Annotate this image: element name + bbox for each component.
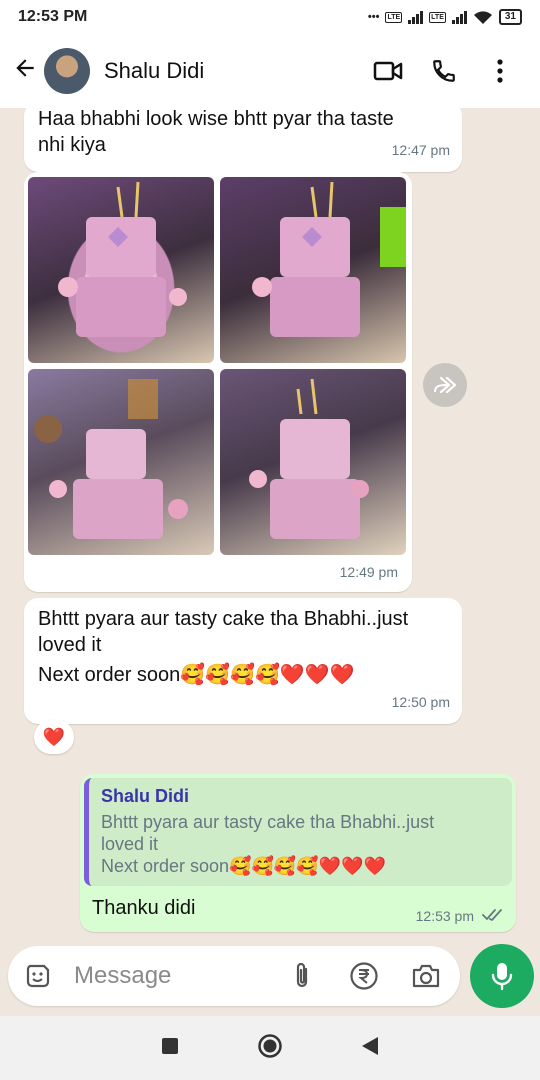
message-text: Thanku didi xyxy=(92,897,196,919)
avatar[interactable] xyxy=(44,48,90,94)
outgoing-message[interactable]: Shalu Didi Bhttt pyara aur tasty cake th… xyxy=(80,774,516,932)
photo-album-message[interactable]: 12:49 pm xyxy=(24,172,412,592)
quoted-text-line: Next order soon🥰🥰🥰🥰❤️❤️❤️ xyxy=(101,856,386,876)
message-text-line: Bhttt pyara aur tasty cake tha Bhabhi..j… xyxy=(38,608,409,630)
video-call-icon[interactable] xyxy=(360,60,416,82)
cake-photo-2[interactable] xyxy=(220,177,406,363)
sticker-icon[interactable] xyxy=(16,954,60,998)
more-options-icon[interactable] xyxy=(472,58,528,84)
attach-icon[interactable] xyxy=(280,954,324,998)
incoming-message[interactable]: Bhttt pyara aur tasty cake tha Bhabhi..j… xyxy=(24,598,462,724)
message-time: 12:50 pm xyxy=(391,694,450,710)
lte-icon-2: LTE xyxy=(429,11,446,23)
forward-button[interactable] xyxy=(423,363,467,407)
quoted-message[interactable]: Shalu Didi Bhttt pyara aur tasty cake th… xyxy=(84,778,512,886)
system-navigation-bar xyxy=(0,1016,540,1080)
back-arrow-icon[interactable] xyxy=(12,55,42,88)
message-text-line: Next order soon🥰🥰🥰🥰❤️❤️❤️ xyxy=(38,664,355,686)
lte-icon: LTE xyxy=(385,11,403,23)
quoted-text-line: loved it xyxy=(101,834,159,854)
message-time: 12:49 pm xyxy=(339,564,398,580)
incoming-message[interactable]: Haa bhabhi look wise bhtt pyar tha taste… xyxy=(24,102,462,172)
rupee-payment-icon[interactable] xyxy=(342,954,386,998)
chat-header: Shalu Didi xyxy=(0,34,540,108)
quoted-text-line: Bhttt pyara aur tasty cake tha Bhabhi..j… xyxy=(101,812,435,832)
contact-name[interactable]: Shalu Didi xyxy=(104,58,360,84)
mic-icon xyxy=(491,963,513,991)
status-time: 12:53 PM xyxy=(18,8,88,25)
recents-square-icon[interactable] xyxy=(161,1037,179,1060)
cake-photo-1[interactable] xyxy=(28,177,214,363)
notification-dots-icon: ••• xyxy=(367,11,380,23)
forward-icon xyxy=(434,376,457,394)
message-text-line: loved it xyxy=(38,634,102,656)
cake-photo-3[interactable] xyxy=(28,369,214,555)
read-ticks-icon xyxy=(482,909,502,921)
status-icons: ••• LTE LTE 31 xyxy=(368,9,522,25)
reaction-badge[interactable]: ❤️ xyxy=(34,720,74,754)
signal-icon-2 xyxy=(451,10,467,24)
camera-icon[interactable] xyxy=(404,954,448,998)
message-time: 12:47 pm xyxy=(391,142,450,158)
signal-icon xyxy=(408,10,424,24)
phone-icon[interactable] xyxy=(416,58,472,84)
back-triangle-icon[interactable] xyxy=(361,1036,379,1061)
message-text-line: nhi kiya xyxy=(38,134,106,156)
wifi-icon xyxy=(473,10,492,24)
chat-area[interactable]: Haa bhabhi look wise bhtt pyar tha taste… xyxy=(0,102,540,940)
status-bar: 12:53 PM ••• LTE LTE 31 xyxy=(0,0,540,34)
cake-photo-4[interactable] xyxy=(220,369,406,555)
home-circle-icon[interactable] xyxy=(257,1033,283,1064)
message-composer xyxy=(8,946,460,1006)
message-input[interactable] xyxy=(72,961,276,991)
message-time: 12:53 pm xyxy=(415,908,474,924)
message-text-line: Haa bhabhi look wise bhtt pyar tha taste xyxy=(38,108,394,130)
battery-icon: 31 xyxy=(498,9,522,25)
quoted-author: Shalu Didi xyxy=(101,786,190,806)
heart-reaction: ❤️ xyxy=(42,726,66,747)
mic-button[interactable] xyxy=(470,944,534,1008)
